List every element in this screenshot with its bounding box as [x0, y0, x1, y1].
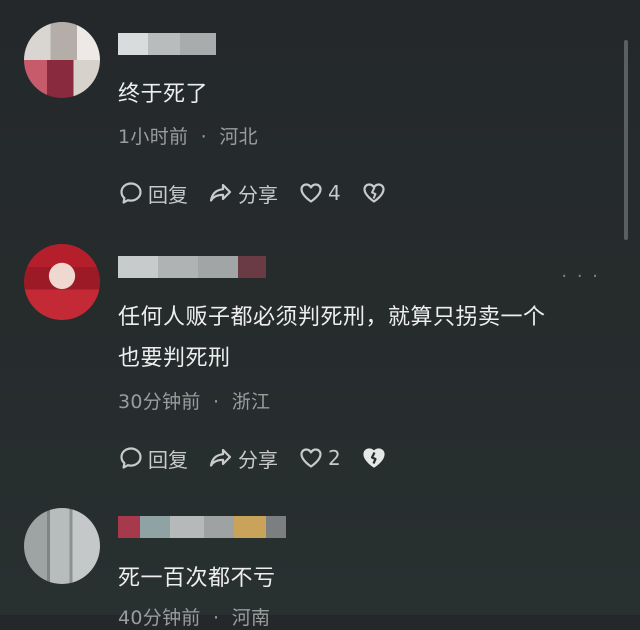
broken-heart-icon — [363, 448, 385, 468]
username-blurred[interactable] — [118, 33, 216, 55]
meta-separator: · — [213, 391, 220, 413]
comment-meta: 30分钟前 · 浙江 — [118, 387, 270, 414]
reply-label: 回复 — [148, 182, 188, 207]
share-arrow-icon — [209, 448, 232, 467]
more-dots-icon: · · · — [561, 266, 600, 287]
comment-location: 河南 — [231, 607, 271, 629]
comment-time: 1小时前 — [118, 126, 189, 148]
share-button[interactable]: 分享 — [208, 444, 278, 473]
comment-time: 30分钟前 — [118, 391, 201, 413]
broken-heart-icon — [363, 183, 385, 203]
share-button[interactable]: 分享 — [208, 179, 278, 208]
share-label: 分享 — [238, 182, 278, 207]
dislike-button[interactable] — [361, 445, 391, 471]
avatar[interactable] — [24, 508, 100, 584]
meta-separator: · — [213, 607, 220, 629]
avatar[interactable] — [24, 244, 100, 320]
reply-button[interactable]: 回复 — [118, 179, 188, 208]
like-button[interactable]: 4 — [298, 180, 341, 206]
like-count: 2 — [328, 446, 341, 470]
username-blurred[interactable] — [118, 516, 286, 538]
comment-location: 浙江 — [231, 391, 271, 413]
comment-actions: 回复 分享 2 — [118, 443, 411, 473]
reply-bubble-icon — [120, 447, 142, 469]
meta-separator: · — [200, 126, 207, 148]
comment-location: 河北 — [219, 126, 258, 148]
more-options-button[interactable]: · · · — [561, 266, 600, 287]
username-blurred[interactable] — [118, 256, 266, 278]
comment-text: 终于死了 — [118, 82, 209, 107]
comment-actions: 回复 分享 4 — [118, 178, 411, 208]
like-count: 4 — [328, 181, 341, 205]
reply-label: 回复 — [148, 447, 188, 472]
heart-icon — [300, 183, 322, 203]
share-arrow-icon — [209, 183, 232, 202]
avatar[interactable] — [24, 22, 100, 98]
dislike-button[interactable] — [361, 180, 391, 206]
heart-icon — [300, 448, 322, 468]
reply-button[interactable]: 回复 — [118, 444, 188, 473]
reply-bubble-icon — [120, 182, 142, 204]
like-button[interactable]: 2 — [298, 445, 341, 471]
comment-text: 死一百次都不亏 — [118, 566, 276, 591]
comment-text: 任何人贩子都必须判死刑，就算只拐卖一个 也要判死刑 — [118, 305, 546, 371]
comment-meta: 1小时前 · 河北 — [118, 122, 258, 149]
comment-meta: 40分钟前 · 河南 — [118, 603, 270, 630]
share-label: 分享 — [238, 447, 278, 472]
scrollbar[interactable] — [624, 40, 628, 240]
comment-time: 40分钟前 — [118, 607, 201, 629]
